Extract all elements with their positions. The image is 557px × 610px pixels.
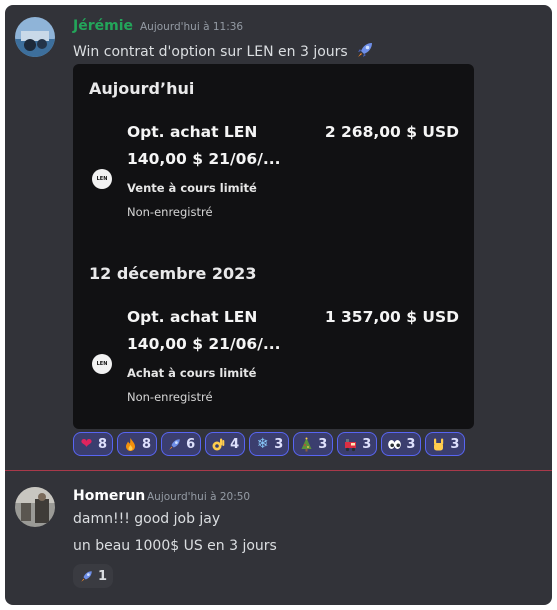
- christmas-tree-icon: [299, 437, 314, 452]
- transaction-row[interactable]: LEN Opt. achat LEN 2 268,00 $ USD 140,00…: [87, 123, 467, 243]
- message-timestamp: Aujourd'hui à 11:36: [140, 21, 244, 33]
- eyes-icon: [387, 437, 402, 452]
- reaction-fire[interactable]: 8: [117, 432, 158, 456]
- rocket-icon: [79, 569, 94, 584]
- reaction-rocket[interactable]: 1: [73, 564, 114, 588]
- snowflake-icon: ❄: [256, 436, 269, 452]
- message-line: damn!!! good job jay: [73, 511, 221, 527]
- message-jeremie: Jérémie Aujourd'hui à 11:36 Win contrat …: [5, 5, 552, 465]
- reaction-count: 4: [230, 436, 240, 452]
- ticker-icon: LEN: [92, 169, 112, 189]
- transaction-strike: 140,00 $ 21/06/...: [127, 150, 281, 168]
- ok-hand-icon: [211, 437, 226, 452]
- fire-icon: [123, 437, 138, 452]
- rock-on-hand-icon: [431, 437, 446, 452]
- avatar[interactable]: [15, 487, 55, 527]
- reaction-train[interactable]: 3: [337, 432, 378, 456]
- reaction-count: 3: [362, 436, 372, 452]
- reaction-rock-on[interactable]: 3: [425, 432, 466, 456]
- transaction-strike: 140,00 $ 21/06/...: [127, 335, 281, 353]
- trade-embed: Aujourd’hui LEN Opt. achat LEN 2 268,00 …: [73, 64, 474, 429]
- reaction-count: 8: [142, 436, 152, 452]
- author-name[interactable]: Jérémie: [73, 18, 133, 34]
- transaction-status: Non-enregistré: [127, 390, 213, 404]
- author-name[interactable]: Homerun: [73, 488, 145, 504]
- rocket-icon: [167, 437, 182, 452]
- chat-panel: Jérémie Aujourd'hui à 11:36 Win contrat …: [5, 5, 552, 605]
- new-messages-divider: [5, 470, 552, 471]
- transaction-order-type: Vente à cours limité: [127, 181, 257, 195]
- reaction-ok-hand[interactable]: 4: [205, 432, 246, 456]
- reaction-count: 8: [98, 436, 108, 452]
- ticker-icon: LEN: [92, 354, 112, 374]
- transaction-amount: 1 357,00 $ USD: [324, 308, 459, 326]
- reaction-snowflake[interactable]: ❄ 3: [249, 432, 290, 456]
- transaction-amount: 2 268,00 $ USD: [324, 123, 459, 141]
- reaction-bar: 1: [73, 564, 114, 590]
- message-line: un beau 1000$ US en 3 jours: [73, 538, 277, 554]
- heart-icon: ❤: [80, 436, 93, 452]
- reaction-eyes[interactable]: 3: [381, 432, 422, 456]
- reaction-christmas-tree[interactable]: 3: [293, 432, 334, 456]
- reaction-count: 3: [274, 436, 284, 452]
- reaction-count: 3: [406, 436, 416, 452]
- transaction-title: Opt. achat LEN: [127, 308, 258, 326]
- reaction-count: 3: [318, 436, 328, 452]
- transaction-order-type: Achat à cours limité: [127, 366, 257, 380]
- reaction-rocket[interactable]: 6: [161, 432, 202, 456]
- avatar[interactable]: [15, 17, 55, 57]
- reaction-heart[interactable]: ❤ 8: [73, 432, 114, 456]
- transaction-status: Non-enregistré: [127, 205, 213, 219]
- message-homerun: Homerun Aujourd'hui à 20:50 damn!!! good…: [5, 475, 552, 605]
- message-timestamp: Aujourd'hui à 20:50: [147, 491, 251, 503]
- message-text: Win contrat d'option sur LEN en 3 jours: [73, 40, 375, 60]
- reaction-count: 1: [98, 568, 108, 584]
- section-date: 12 décembre 2023: [89, 264, 257, 283]
- rocket-icon: [355, 40, 375, 60]
- transaction-row[interactable]: LEN Opt. achat LEN 1 357,00 $ USD 140,00…: [87, 308, 467, 428]
- section-date: Aujourd’hui: [89, 79, 195, 98]
- transaction-title: Opt. achat LEN: [127, 123, 258, 141]
- message-text-content: Win contrat d'option sur LEN en 3 jours: [73, 44, 348, 60]
- reaction-count: 6: [186, 436, 196, 452]
- reaction-bar: ❤ 8 8 6 4 ❄ 3 3 3 3 3: [73, 432, 466, 458]
- train-icon: [343, 437, 358, 452]
- reaction-count: 3: [450, 436, 460, 452]
